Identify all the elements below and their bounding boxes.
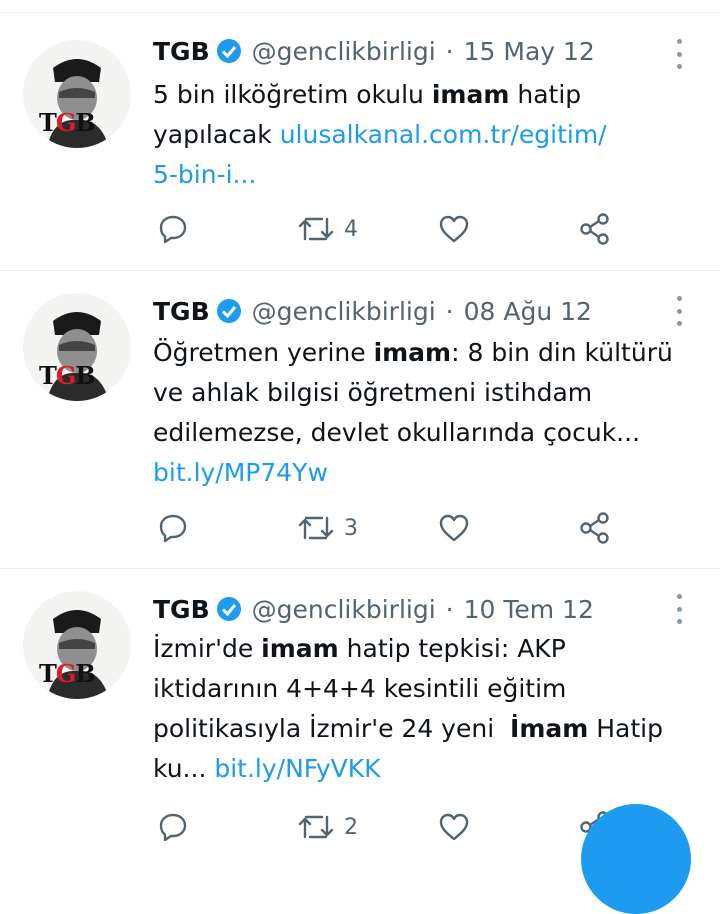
retweet-button[interactable]: 3: [298, 508, 358, 548]
heart-icon: [439, 813, 469, 841]
verified-badge-icon: [216, 38, 242, 64]
share-button[interactable]: [578, 508, 612, 548]
heart-icon: [439, 215, 469, 243]
heart-icon: [439, 514, 469, 542]
share-icon: [580, 512, 609, 544]
retweet-icon: [298, 815, 334, 839]
tweet[interactable]: TGB TGB @genclikbirligi · 15 May 12 5 bi…: [0, 13, 720, 271]
like-button[interactable]: [438, 508, 470, 548]
avatar[interactable]: TGB: [23, 40, 131, 148]
tweet-date[interactable]: 15 May 12: [464, 37, 595, 66]
reply-icon: [159, 514, 187, 543]
verified-badge-icon: [216, 298, 242, 324]
tweet-date[interactable]: 08 Ağu 12: [464, 297, 592, 326]
separator-dot: ·: [445, 296, 454, 326]
reply-icon: [159, 215, 187, 244]
user-handle[interactable]: @genclikbirligi: [252, 595, 436, 624]
like-button[interactable]: [438, 807, 470, 847]
retweet-button[interactable]: 4: [298, 209, 358, 249]
compose-tweet-button[interactable]: [581, 804, 691, 914]
tweet-date[interactable]: 10 Tem 12: [464, 595, 594, 624]
retweet-icon: [298, 217, 334, 241]
tgb-logo: TGB: [39, 108, 96, 137]
tgb-logo: TGB: [39, 361, 96, 390]
tweet-link[interactable]: bit.ly/MP74Yw: [153, 458, 328, 487]
retweet-count: 3: [344, 515, 358, 541]
retweet-button[interactable]: 2: [298, 807, 358, 847]
tweet-link[interactable]: bit.ly/NFyVKK: [214, 754, 380, 783]
more-options-icon[interactable]: [672, 39, 686, 69]
tweet-actions: 3: [0, 508, 720, 548]
share-button[interactable]: [578, 209, 612, 249]
tweet-text: 5 bin ilköğretim okulu imam hatip yapıla…: [153, 80, 607, 189]
tweet-header: TGB @genclikbirligi · 10 Tem 12: [153, 592, 594, 626]
reply-button[interactable]: [157, 209, 189, 249]
tweet[interactable]: TGB TGB @genclikbirligi · 08 Ağu 12 Öğre…: [0, 271, 720, 569]
like-button[interactable]: [438, 209, 470, 249]
retweet-icon: [298, 516, 334, 540]
reply-icon: [159, 813, 187, 842]
user-handle[interactable]: @genclikbirligi: [252, 37, 436, 66]
more-options-icon[interactable]: [672, 594, 686, 624]
tweet-actions: 4: [0, 209, 720, 249]
separator-dot: ·: [445, 36, 454, 66]
tgb-logo: TGB: [39, 659, 96, 688]
tweet-text: Öğretmen yerine imam: 8 bin din kültürü …: [153, 338, 673, 487]
verified-badge-icon: [216, 596, 242, 622]
avatar[interactable]: TGB: [23, 591, 131, 699]
tweet-header: TGB @genclikbirligi · 08 Ağu 12: [153, 294, 592, 328]
tweet-text: İzmir'de imam hatip tepkisi: AKP iktidar…: [153, 634, 663, 783]
display-name[interactable]: TGB: [153, 595, 210, 624]
separator-dot: ·: [445, 594, 454, 624]
top-divider: [0, 0, 720, 13]
retweet-count: 2: [344, 814, 358, 840]
display-name[interactable]: TGB: [153, 297, 210, 326]
tweet-header: TGB @genclikbirligi · 15 May 12: [153, 34, 595, 68]
retweet-count: 4: [344, 216, 358, 242]
display-name[interactable]: TGB: [153, 37, 210, 66]
share-icon: [580, 213, 609, 245]
avatar[interactable]: TGB: [23, 293, 131, 401]
more-options-icon[interactable]: [672, 296, 686, 326]
reply-button[interactable]: [157, 508, 189, 548]
reply-button[interactable]: [157, 807, 189, 847]
user-handle[interactable]: @genclikbirligi: [252, 297, 436, 326]
